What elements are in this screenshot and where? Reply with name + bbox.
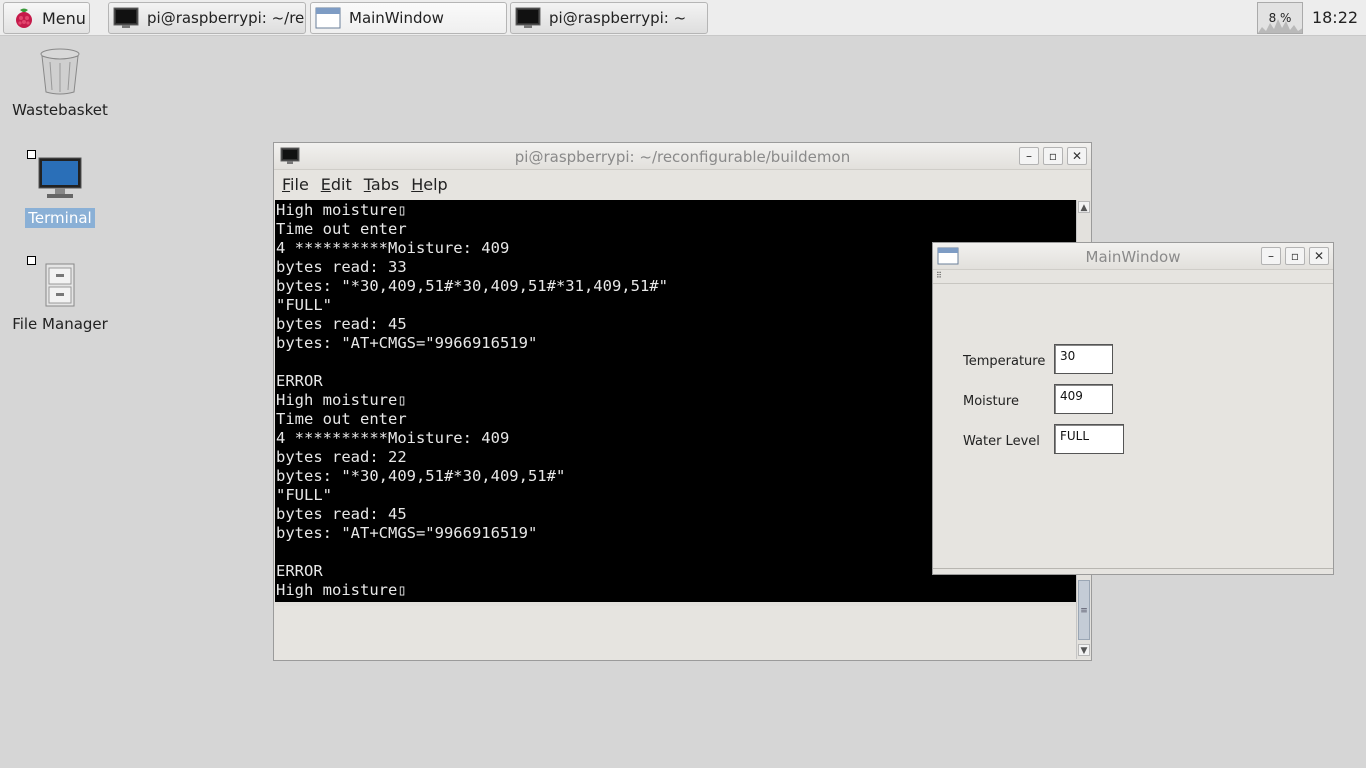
desktop-icon-wastebasket[interactable]: Wastebasket	[5, 46, 115, 120]
desktop-icon-file-manager[interactable]: File Manager	[5, 256, 115, 334]
task-label: MainWindow	[349, 9, 444, 27]
close-button[interactable]: ✕	[1309, 247, 1329, 265]
task-terminal-reconfigurable[interactable]: pi@raspberrypi: ~/re...	[108, 2, 306, 34]
mainwindow-statusbar	[933, 568, 1333, 574]
terminal-line: High moisture▯	[276, 581, 407, 599]
toolbar-handle[interactable]: ⠿	[933, 270, 1333, 284]
desktop-icon-label: Terminal	[25, 208, 95, 228]
desktop-icon-label: File Manager	[12, 315, 108, 333]
main-window[interactable]: MainWindow – ▫ ✕ ⠿ Temperature 30 Moistu…	[932, 242, 1334, 575]
moisture-label: Moisture	[963, 394, 1019, 409]
cpu-monitor[interactable]: 8 %	[1257, 2, 1303, 34]
menu-file[interactable]: File	[282, 175, 309, 194]
terminal-menubar: File Edit Tabs Help	[274, 170, 1091, 199]
temperature-label: Temperature	[963, 354, 1046, 369]
maximize-button[interactable]: ▫	[1285, 247, 1305, 265]
scroll-thumb[interactable]: ≡	[1078, 580, 1090, 640]
close-button[interactable]: ✕	[1067, 147, 1087, 165]
cabinet-icon	[45, 263, 75, 307]
monitor-icon	[38, 157, 82, 198]
task-mainwindow[interactable]: MainWindow	[310, 2, 507, 34]
window-icon	[315, 7, 341, 29]
menu-button[interactable]: Menu	[3, 2, 90, 34]
terminal-icon	[515, 7, 541, 28]
scroll-up-icon[interactable]: ▲	[1078, 201, 1090, 213]
moisture-field[interactable]: 409	[1054, 384, 1113, 414]
minimize-button[interactable]: –	[1019, 147, 1039, 165]
terminal-icon	[113, 7, 139, 28]
terminal-titlebar[interactable]: pi@raspberrypi: ~/reconfigurable/buildem…	[274, 143, 1091, 170]
menu-edit[interactable]: Edit	[321, 175, 352, 194]
task-terminal-home[interactable]: pi@raspberrypi: ~	[510, 2, 708, 34]
menu-help[interactable]: Help	[411, 175, 447, 194]
mainwindow-titlebar[interactable]: MainWindow – ▫ ✕	[933, 243, 1333, 270]
water-level-label: Water Level	[963, 434, 1040, 449]
maximize-button[interactable]: ▫	[1043, 147, 1063, 165]
menu-label: Menu	[42, 8, 86, 28]
terminal-line: High moisture▯	[276, 201, 407, 219]
window-title: pi@raspberrypi: ~/reconfigurable/buildem…	[514, 148, 851, 166]
shortcut-arrow-icon	[27, 256, 36, 265]
scroll-down-icon[interactable]: ▼	[1078, 644, 1090, 656]
trash-icon	[40, 48, 80, 95]
desktop-icon-label: Wastebasket	[12, 101, 108, 119]
task-label: pi@raspberrypi: ~	[549, 9, 687, 27]
temperature-field[interactable]: 30	[1054, 344, 1113, 374]
shortcut-arrow-icon	[27, 150, 36, 159]
cpu-usage: 8 %	[1268, 11, 1292, 25]
menu-tabs[interactable]: Tabs	[364, 175, 399, 194]
desktop-icon-terminal[interactable]: Terminal	[5, 150, 115, 228]
task-label: pi@raspberrypi: ~/re...	[147, 9, 306, 27]
minimize-button[interactable]: –	[1261, 247, 1281, 265]
terminal-bottom-bar	[275, 602, 1076, 606]
raspberry-icon	[16, 8, 32, 28]
terminal-line: Time out enter	[276, 220, 407, 238]
taskbar: Menu pi@raspberrypi: ~/re... MainWindow …	[0, 0, 1366, 36]
water-level-field[interactable]: FULL	[1054, 424, 1124, 454]
clock[interactable]: 18:22	[1304, 0, 1366, 36]
